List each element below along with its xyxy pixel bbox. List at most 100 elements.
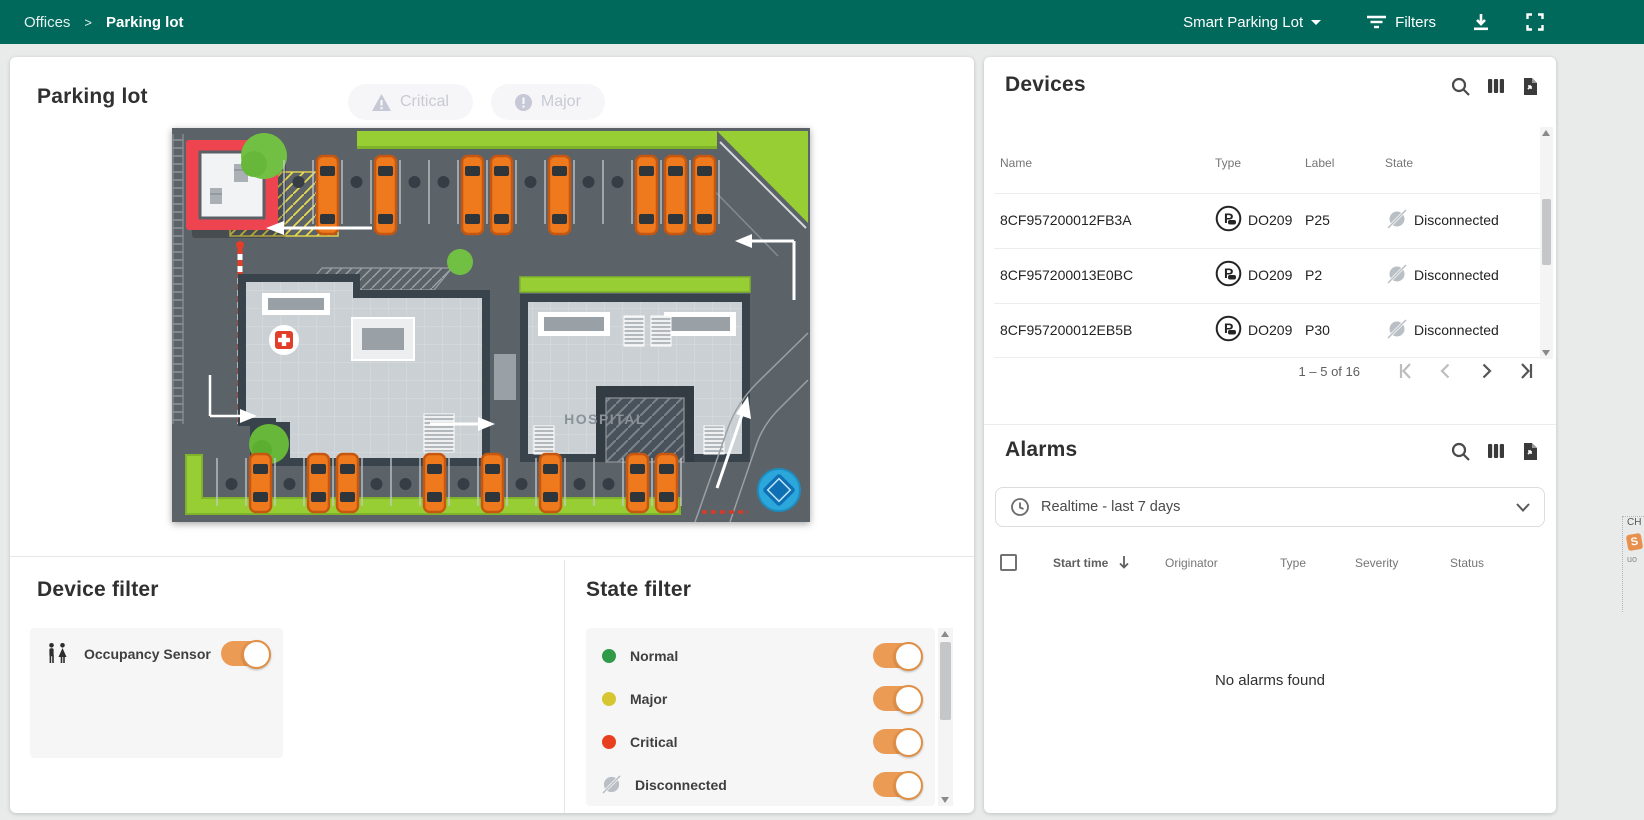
parked-car[interactable] xyxy=(250,454,271,512)
parking-sensor-dot[interactable] xyxy=(603,478,615,490)
parked-car[interactable] xyxy=(308,454,329,512)
critical-alarms-button[interactable]: Critical xyxy=(348,84,473,120)
first-page-icon xyxy=(1396,361,1416,381)
section-divider xyxy=(984,424,1556,425)
parking-sensor-icon: P xyxy=(1215,205,1242,232)
col-label[interactable]: Label xyxy=(1305,156,1334,170)
exclamation-circle-icon xyxy=(515,94,532,111)
device-filter-row: Occupancy Sensor xyxy=(30,628,283,671)
device-label: P30 xyxy=(1305,322,1330,338)
map-building-right xyxy=(520,294,750,462)
parking-sensor-dot[interactable] xyxy=(458,478,470,490)
download-dashboard-button[interactable] xyxy=(1472,13,1490,31)
first-page-button[interactable] xyxy=(1396,361,1416,381)
col-severity[interactable]: Severity xyxy=(1355,556,1398,570)
state-filter-scrollbar[interactable] xyxy=(938,628,953,806)
parked-car[interactable] xyxy=(665,156,686,234)
parked-car[interactable] xyxy=(694,156,715,234)
devices-export-button[interactable] xyxy=(1522,77,1538,96)
scroll-up-icon[interactable] xyxy=(1542,130,1550,136)
row-divider xyxy=(994,248,1546,249)
filter-list-icon xyxy=(1367,15,1386,29)
map-marker[interactable] xyxy=(758,469,800,511)
disconnected-icon xyxy=(1387,209,1407,229)
alarms-columns-button[interactable] xyxy=(1487,442,1505,461)
parked-car[interactable] xyxy=(337,454,358,512)
no-alarms-message: No alarms found xyxy=(984,672,1556,689)
parked-car[interactable] xyxy=(491,156,512,234)
select-all-checkbox[interactable] xyxy=(1000,554,1017,571)
entity-select-dropdown[interactable]: Smart Parking Lot xyxy=(1183,14,1321,31)
major-button-label: Major xyxy=(541,93,581,111)
chevron-right-icon xyxy=(1476,361,1496,381)
next-page-button[interactable] xyxy=(1476,361,1496,381)
last-page-button[interactable] xyxy=(1516,361,1536,381)
parking-sensor-dot[interactable] xyxy=(400,478,412,490)
parking-sensor-dot[interactable] xyxy=(284,478,296,490)
parked-car[interactable] xyxy=(375,156,396,234)
devices-pagination: 1 – 5 of 16 xyxy=(1299,361,1536,381)
edge-overlay-sticker-icon: S xyxy=(1626,533,1644,551)
parking-sensor-dot[interactable] xyxy=(351,176,363,188)
toggle-critical[interactable] xyxy=(873,729,919,754)
toggle-normal[interactable] xyxy=(873,643,919,668)
state-filter-title: State filter xyxy=(586,578,691,602)
parked-car[interactable] xyxy=(317,156,338,234)
device-label: P2 xyxy=(1305,267,1322,283)
toggle-disconnected[interactable] xyxy=(873,772,919,797)
devices-scrollbar[interactable] xyxy=(1540,127,1553,359)
scrollbar-thumb[interactable] xyxy=(1542,199,1551,265)
device-state: Disconnected xyxy=(1414,212,1499,228)
sort-desc-icon[interactable] xyxy=(1117,554,1131,570)
edge-overlay-fragment[interactable]: CH S uo xyxy=(1622,516,1644,612)
fullscreen-button[interactable] xyxy=(1526,13,1544,31)
parked-car[interactable] xyxy=(540,454,561,512)
parking-sensor-dot[interactable] xyxy=(409,176,421,188)
parking-sensor-dot[interactable] xyxy=(612,176,624,188)
breadcrumb-offices[interactable]: Offices xyxy=(24,14,70,31)
toggle-occupancy-sensor[interactable] xyxy=(221,641,267,666)
scrollbar-thumb[interactable] xyxy=(940,642,951,720)
major-alarms-button[interactable]: Major xyxy=(491,84,605,120)
parking-sensor-dot[interactable] xyxy=(438,176,450,188)
scroll-down-icon[interactable] xyxy=(941,797,949,803)
alarms-search-button[interactable] xyxy=(1451,442,1470,461)
parking-sensor-dot[interactable] xyxy=(583,176,595,188)
chevron-down-icon xyxy=(1311,20,1321,25)
alarms-export-button[interactable] xyxy=(1522,442,1538,461)
scroll-up-icon[interactable] xyxy=(941,631,949,637)
parking-sensor-dot[interactable] xyxy=(226,478,238,490)
parking-sensor-dot[interactable] xyxy=(525,176,537,188)
parking-sensor-dot[interactable] xyxy=(371,478,383,490)
col-status[interactable]: Status xyxy=(1450,556,1484,570)
col-type[interactable]: Type xyxy=(1215,156,1241,170)
parking-sensor-dot[interactable] xyxy=(293,176,305,188)
timewindow-selector[interactable]: Realtime - last 7 days xyxy=(995,487,1545,527)
file-export-icon xyxy=(1522,77,1538,96)
device-name: 8CF957200012EB5B xyxy=(1000,322,1132,338)
parking-sensor-dot[interactable] xyxy=(574,478,586,490)
filters-button[interactable]: Filters xyxy=(1367,14,1436,31)
critical-button-label: Critical xyxy=(400,93,449,111)
parked-car[interactable] xyxy=(636,156,657,234)
col-originator[interactable]: Originator xyxy=(1165,556,1218,570)
scroll-down-icon[interactable] xyxy=(1542,350,1550,356)
timewindow-label: Realtime - last 7 days xyxy=(1041,499,1180,515)
col-name[interactable]: Name xyxy=(1000,156,1032,170)
devices-search-button[interactable] xyxy=(1451,77,1470,96)
parked-car[interactable] xyxy=(549,156,570,234)
device-state: Disconnected xyxy=(1414,267,1499,283)
col-alarm-type[interactable]: Type xyxy=(1280,556,1306,570)
previous-page-button[interactable] xyxy=(1436,361,1456,381)
col-state[interactable]: State xyxy=(1385,156,1413,170)
parked-car[interactable] xyxy=(482,454,503,512)
parked-car[interactable] xyxy=(627,454,648,512)
col-start-time[interactable]: Start time xyxy=(1053,556,1108,570)
parked-car[interactable] xyxy=(656,454,677,512)
row-divider xyxy=(994,303,1546,304)
parked-car[interactable] xyxy=(462,156,483,234)
toggle-major[interactable] xyxy=(873,686,919,711)
parking-sensor-dot[interactable] xyxy=(516,478,528,490)
devices-columns-button[interactable] xyxy=(1487,77,1505,96)
parked-car[interactable] xyxy=(424,454,445,512)
